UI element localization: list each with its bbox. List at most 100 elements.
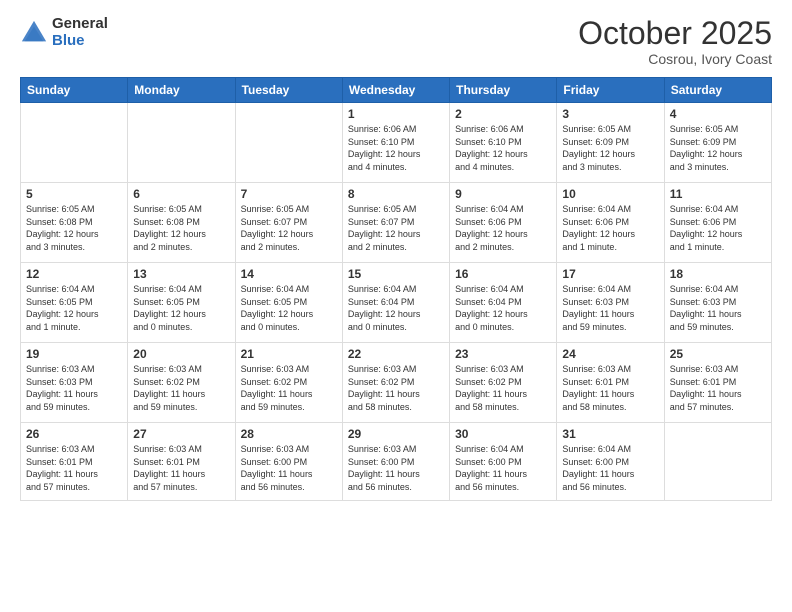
- calendar-cell: 23Sunrise: 6:03 AM Sunset: 6:02 PM Dayli…: [450, 343, 557, 423]
- calendar-cell: 19Sunrise: 6:03 AM Sunset: 6:03 PM Dayli…: [21, 343, 128, 423]
- logo: General Blue: [20, 16, 108, 49]
- calendar-cell: 26 Sunrise: 6:03 AM Sunset: 6:01 PM Dayli…: [21, 423, 128, 501]
- day-info: Sunrise: 6:04 AM Sunset: 6:05 PM Dayligh…: [241, 283, 337, 333]
- day-info: Sunrise: 6:04 AM Sunset: 6:06 PM Dayligh…: [562, 203, 658, 253]
- calendar-cell: 9Sunrise: 6:04 AM Sunset: 6:06 PM Daylig…: [450, 183, 557, 263]
- day-number: 14: [241, 267, 337, 281]
- calendar-cell: 2 Sunrise: 6:06 AM Sunset: 6:10 PM Daylig…: [450, 103, 557, 183]
- day-info: Sunrise: 6:03 AM Sunset: 6:01 PM Dayligh…: [133, 443, 229, 493]
- day-info: Sunrise: 6:06 AM Sunset: 6:10 PM Dayligh…: [455, 123, 551, 173]
- day-number: 2: [455, 107, 551, 121]
- page: General Blue October 2025 Cosrou, Ivory …: [0, 0, 792, 612]
- calendar-cell: 3 Sunrise: 6:05 AM Sunset: 6:09 PM Daylig…: [557, 103, 664, 183]
- calendar-cell: 31 Sunrise: 6:04 AM Sunset: 6:00 PM Dayli…: [557, 423, 664, 501]
- week-row-4: 26 Sunrise: 6:03 AM Sunset: 6:01 PM Dayli…: [21, 423, 772, 501]
- week-row-3: 19Sunrise: 6:03 AM Sunset: 6:03 PM Dayli…: [21, 343, 772, 423]
- month-title: October 2025: [578, 16, 772, 51]
- day-info: Sunrise: 6:05 AM Sunset: 6:07 PM Dayligh…: [348, 203, 444, 253]
- day-number: 18: [670, 267, 766, 281]
- header-monday: Monday: [128, 78, 235, 103]
- day-info: Sunrise: 6:03 AM Sunset: 6:02 PM Dayligh…: [133, 363, 229, 413]
- header-saturday: Saturday: [664, 78, 771, 103]
- day-number: 26: [26, 427, 122, 441]
- day-info: Sunrise: 6:03 AM Sunset: 6:02 PM Dayligh…: [241, 363, 337, 413]
- weekday-header-row: Sunday Monday Tuesday Wednesday Thursday…: [21, 78, 772, 103]
- header-thursday: Thursday: [450, 78, 557, 103]
- day-info: Sunrise: 6:05 AM Sunset: 6:08 PM Dayligh…: [26, 203, 122, 253]
- calendar-cell: [235, 103, 342, 183]
- day-number: 5: [26, 187, 122, 201]
- day-number: 4: [670, 107, 766, 121]
- day-number: 28: [241, 427, 337, 441]
- day-info: Sunrise: 6:03 AM Sunset: 6:01 PM Dayligh…: [670, 363, 766, 413]
- day-number: 3: [562, 107, 658, 121]
- day-number: 29: [348, 427, 444, 441]
- calendar-cell: 18Sunrise: 6:04 AM Sunset: 6:03 PM Dayli…: [664, 263, 771, 343]
- calendar-cell: 28 Sunrise: 6:03 AM Sunset: 6:00 PM Dayli…: [235, 423, 342, 501]
- week-row-1: 5 Sunrise: 6:05 AM Sunset: 6:08 PM Daylig…: [21, 183, 772, 263]
- calendar-cell: 15Sunrise: 6:04 AM Sunset: 6:04 PM Dayli…: [342, 263, 449, 343]
- day-info: Sunrise: 6:04 AM Sunset: 6:06 PM Dayligh…: [455, 203, 551, 253]
- day-info: Sunrise: 6:05 AM Sunset: 6:09 PM Dayligh…: [562, 123, 658, 173]
- calendar-cell: 7 Sunrise: 6:05 AM Sunset: 6:07 PM Daylig…: [235, 183, 342, 263]
- day-number: 20: [133, 347, 229, 361]
- calendar-cell: 17Sunrise: 6:04 AM Sunset: 6:03 PM Dayli…: [557, 263, 664, 343]
- calendar-cell: [664, 423, 771, 501]
- calendar-cell: 6 Sunrise: 6:05 AM Sunset: 6:08 PM Daylig…: [128, 183, 235, 263]
- calendar-cell: [128, 103, 235, 183]
- day-info: Sunrise: 6:03 AM Sunset: 6:01 PM Dayligh…: [26, 443, 122, 493]
- calendar-cell: 8 Sunrise: 6:05 AM Sunset: 6:07 PM Daylig…: [342, 183, 449, 263]
- day-info: Sunrise: 6:04 AM Sunset: 6:00 PM Dayligh…: [455, 443, 551, 493]
- day-info: Sunrise: 6:04 AM Sunset: 6:06 PM Dayligh…: [670, 203, 766, 253]
- day-number: 13: [133, 267, 229, 281]
- calendar-cell: 21 Sunrise: 6:03 AM Sunset: 6:02 PM Dayli…: [235, 343, 342, 423]
- day-info: Sunrise: 6:03 AM Sunset: 6:00 PM Dayligh…: [348, 443, 444, 493]
- calendar-cell: 29 Sunrise: 6:03 AM Sunset: 6:00 PM Dayli…: [342, 423, 449, 501]
- day-number: 7: [241, 187, 337, 201]
- calendar-cell: 24 Sunrise: 6:03 AM Sunset: 6:01 PM Dayli…: [557, 343, 664, 423]
- day-number: 12: [26, 267, 122, 281]
- day-info: Sunrise: 6:06 AM Sunset: 6:10 PM Dayligh…: [348, 123, 444, 173]
- day-number: 21: [241, 347, 337, 361]
- header-wednesday: Wednesday: [342, 78, 449, 103]
- day-number: 24: [562, 347, 658, 361]
- calendar-cell: 16Sunrise: 6:04 AM Sunset: 6:04 PM Dayli…: [450, 263, 557, 343]
- calendar-cell: 25Sunrise: 6:03 AM Sunset: 6:01 PM Dayli…: [664, 343, 771, 423]
- calendar-cell: 5 Sunrise: 6:05 AM Sunset: 6:08 PM Daylig…: [21, 183, 128, 263]
- calendar-cell: 13Sunrise: 6:04 AM Sunset: 6:05 PM Dayli…: [128, 263, 235, 343]
- week-row-2: 12 Sunrise: 6:04 AM Sunset: 6:05 PM Dayli…: [21, 263, 772, 343]
- day-number: 17: [562, 267, 658, 281]
- day-number: 22: [348, 347, 444, 361]
- calendar-cell: [21, 103, 128, 183]
- calendar-cell: 14 Sunrise: 6:04 AM Sunset: 6:05 PM Dayli…: [235, 263, 342, 343]
- header-tuesday: Tuesday: [235, 78, 342, 103]
- calendar-cell: 4Sunrise: 6:05 AM Sunset: 6:09 PM Daylig…: [664, 103, 771, 183]
- day-info: Sunrise: 6:03 AM Sunset: 6:01 PM Dayligh…: [562, 363, 658, 413]
- location: Cosrou, Ivory Coast: [578, 51, 772, 67]
- calendar-cell: 22 Sunrise: 6:03 AM Sunset: 6:02 PM Dayli…: [342, 343, 449, 423]
- day-info: Sunrise: 6:04 AM Sunset: 6:00 PM Dayligh…: [562, 443, 658, 493]
- day-number: 31: [562, 427, 658, 441]
- day-info: Sunrise: 6:03 AM Sunset: 6:02 PM Dayligh…: [348, 363, 444, 413]
- day-number: 8: [348, 187, 444, 201]
- day-info: Sunrise: 6:05 AM Sunset: 6:08 PM Dayligh…: [133, 203, 229, 253]
- logo-blue-text: Blue: [52, 33, 108, 50]
- day-number: 10: [562, 187, 658, 201]
- day-info: Sunrise: 6:03 AM Sunset: 6:00 PM Dayligh…: [241, 443, 337, 493]
- calendar-cell: 12Sunrise: 6:04 AM Sunset: 6:05 PM Dayli…: [21, 263, 128, 343]
- day-info: Sunrise: 6:03 AM Sunset: 6:02 PM Dayligh…: [455, 363, 551, 413]
- calendar-cell: 27Sunrise: 6:03 AM Sunset: 6:01 PM Dayli…: [128, 423, 235, 501]
- logo-text: General Blue: [52, 16, 108, 49]
- header-friday: Friday: [557, 78, 664, 103]
- calendar-cell: 1 Sunrise: 6:06 AM Sunset: 6:10 PM Daylig…: [342, 103, 449, 183]
- day-number: 1: [348, 107, 444, 121]
- calendar-cell: 20 Sunrise: 6:03 AM Sunset: 6:02 PM Dayli…: [128, 343, 235, 423]
- logo-general-text: General: [52, 16, 108, 33]
- title-block: October 2025 Cosrou, Ivory Coast: [578, 16, 772, 67]
- day-number: 6: [133, 187, 229, 201]
- day-info: Sunrise: 6:05 AM Sunset: 6:07 PM Dayligh…: [241, 203, 337, 253]
- day-number: 30: [455, 427, 551, 441]
- day-number: 15: [348, 267, 444, 281]
- logo-icon: [20, 19, 48, 47]
- day-info: Sunrise: 6:03 AM Sunset: 6:03 PM Dayligh…: [26, 363, 122, 413]
